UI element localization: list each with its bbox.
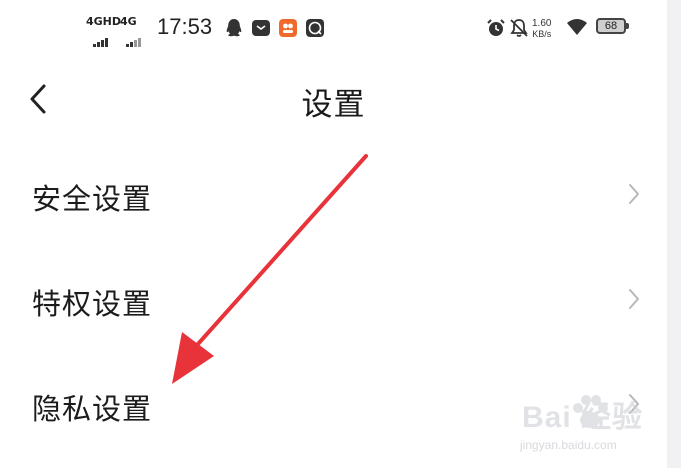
- mute-icon: [510, 19, 528, 37]
- signal-bars-1-icon: [93, 28, 109, 47]
- chevron-right-icon: [629, 184, 639, 204]
- speed-unit: KB/s: [532, 29, 552, 39]
- menu-item-security[interactable]: 安全设置: [0, 142, 667, 247]
- network-type-1: 4GHD: [86, 15, 122, 28]
- watermark-url: jingyan.baidu.com: [520, 438, 617, 452]
- battery-indicator: 68: [596, 18, 629, 34]
- speed-value: 1.60: [532, 18, 552, 29]
- menu-item-privilege[interactable]: 特权设置: [0, 247, 667, 352]
- status-bar: 4GHD 4G 17:53 1.60 KB/s 68: [0, 0, 667, 58]
- page-title: 设置: [301, 87, 366, 123]
- menu-item-label: 安全设置: [32, 182, 153, 216]
- chevron-right-icon: [629, 289, 639, 309]
- alarm-icon: [487, 19, 505, 36]
- header-bar: 设置: [0, 58, 667, 142]
- wifi-icon: [567, 19, 587, 35]
- watermark-text: Bai 经验: [522, 401, 644, 434]
- watermark-logo: Bai 经验 jingyan.baidu.com: [520, 392, 670, 464]
- mail-icon: [252, 20, 270, 36]
- qq-icon: [226, 19, 242, 37]
- app-icon: [279, 19, 297, 37]
- chat-icon: [306, 19, 324, 37]
- menu-item-label: 特权设置: [32, 287, 153, 321]
- menu-item-label: 隐私设置: [32, 392, 153, 426]
- network-type-2: 4G: [120, 15, 137, 28]
- status-time: 17:53: [157, 14, 213, 39]
- network-speed: 1.60 KB/s: [532, 18, 551, 40]
- signal-bars-2-icon: [126, 28, 142, 47]
- settings-screen: 4GHD 4G 17:53 1.60 KB/s 68 设置 安全设置 特权设置 …: [0, 0, 681, 468]
